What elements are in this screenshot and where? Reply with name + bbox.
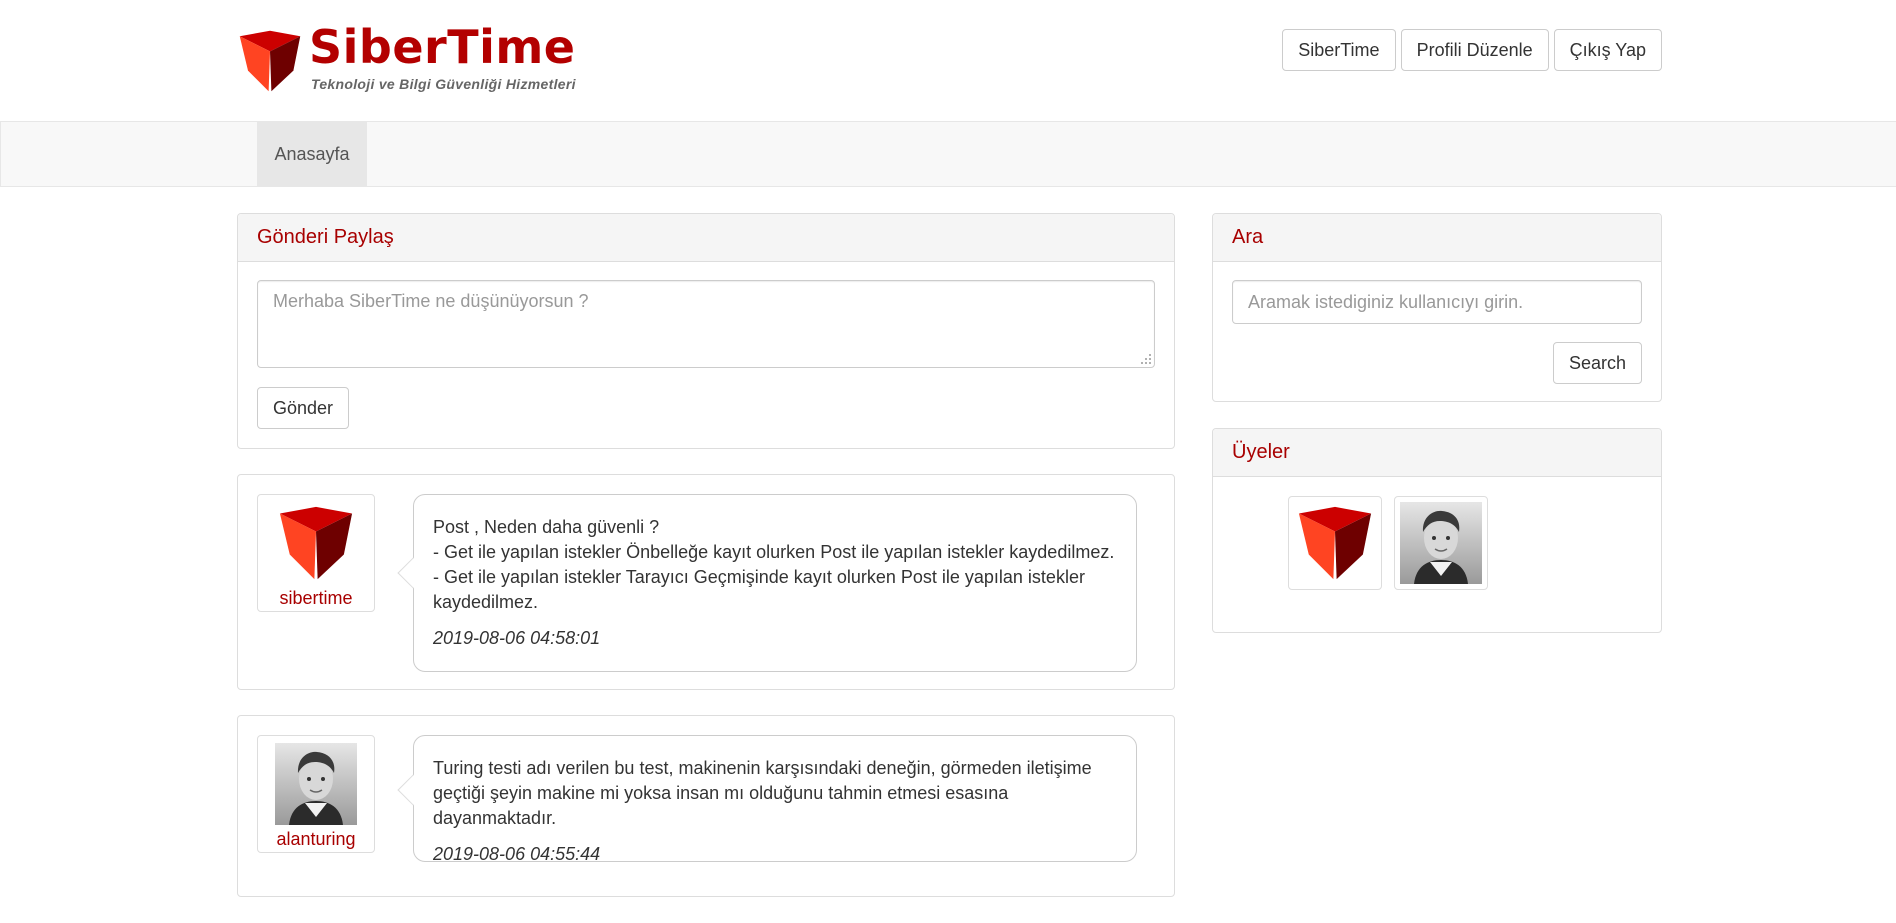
post-author-name[interactable]: alanturing xyxy=(258,829,374,850)
post-author-box[interactable]: alanturing xyxy=(257,735,375,853)
members-panel-title: Üyeler xyxy=(1213,429,1661,477)
share-post-panel: Gönderi Paylaş Gönder xyxy=(237,213,1175,449)
bubble-arrow xyxy=(397,774,429,806)
logout-button[interactable]: Çıkış Yap xyxy=(1553,29,1662,71)
share-panel-title: Gönderi Paylaş xyxy=(238,214,1174,262)
post-timestamp: 2019-08-06 04:55:44 xyxy=(433,844,601,864)
search-button[interactable]: Search xyxy=(1552,342,1642,384)
post-card: alanturing Turing testi adı verilen bu t… xyxy=(237,715,1175,897)
child-photo-icon xyxy=(275,743,357,825)
member-thumbnail[interactable] xyxy=(1288,496,1382,590)
post-bubble: Post , Neden daha güvenli ? - Get ile ya… xyxy=(397,494,1137,672)
edit-profile-button[interactable]: Profili Düzenle xyxy=(1400,29,1549,71)
brand-logo[interactable]: SiberTime Teknoloji ve Bilgi Güvenliği H… xyxy=(235,20,595,96)
sibertime-logo-icon xyxy=(1294,502,1376,584)
post-text: Post , Neden daha güvenli ? - Get ile ya… xyxy=(433,517,1115,612)
send-post-button[interactable]: Gönder xyxy=(257,387,350,429)
nav-item-home[interactable]: Anasayfa xyxy=(257,122,367,186)
main-navbar: Anasayfa xyxy=(0,121,1896,187)
post-bubble: Turing testi adı verilen bu test, makine… xyxy=(397,735,1137,864)
user-search-input[interactable] xyxy=(1232,280,1642,324)
bubble-arrow xyxy=(397,557,429,589)
member-thumbnail[interactable] xyxy=(1394,496,1488,590)
post-author-box[interactable]: sibertime xyxy=(257,494,375,612)
post-card: sibertime Post , Neden daha güvenli ? - … xyxy=(237,474,1175,690)
post-textarea[interactable] xyxy=(257,280,1155,368)
sibertime-logo-icon xyxy=(235,28,305,94)
search-panel-title: Ara xyxy=(1213,214,1661,262)
brand-tagline: Teknoloji ve Bilgi Güvenliği Hizmetleri xyxy=(311,76,576,92)
search-panel: Ara Search xyxy=(1212,213,1662,402)
brand-name: SiberTime xyxy=(309,20,576,74)
post-timestamp: 2019-08-06 04:58:01 xyxy=(433,628,601,648)
sibertime-logo-icon xyxy=(275,502,357,584)
post-text: Turing testi adı verilen bu test, makine… xyxy=(433,758,1092,828)
members-panel: Üyeler xyxy=(1212,428,1662,633)
child-photo-icon xyxy=(1400,502,1482,584)
site-header: SiberTime Teknoloji ve Bilgi Güvenliği H… xyxy=(0,0,1896,120)
header-buttons: SiberTime Profili Düzenle Çıkış Yap xyxy=(1282,29,1662,71)
post-author-name[interactable]: sibertime xyxy=(258,588,374,609)
sibertime-button[interactable]: SiberTime xyxy=(1282,29,1396,71)
